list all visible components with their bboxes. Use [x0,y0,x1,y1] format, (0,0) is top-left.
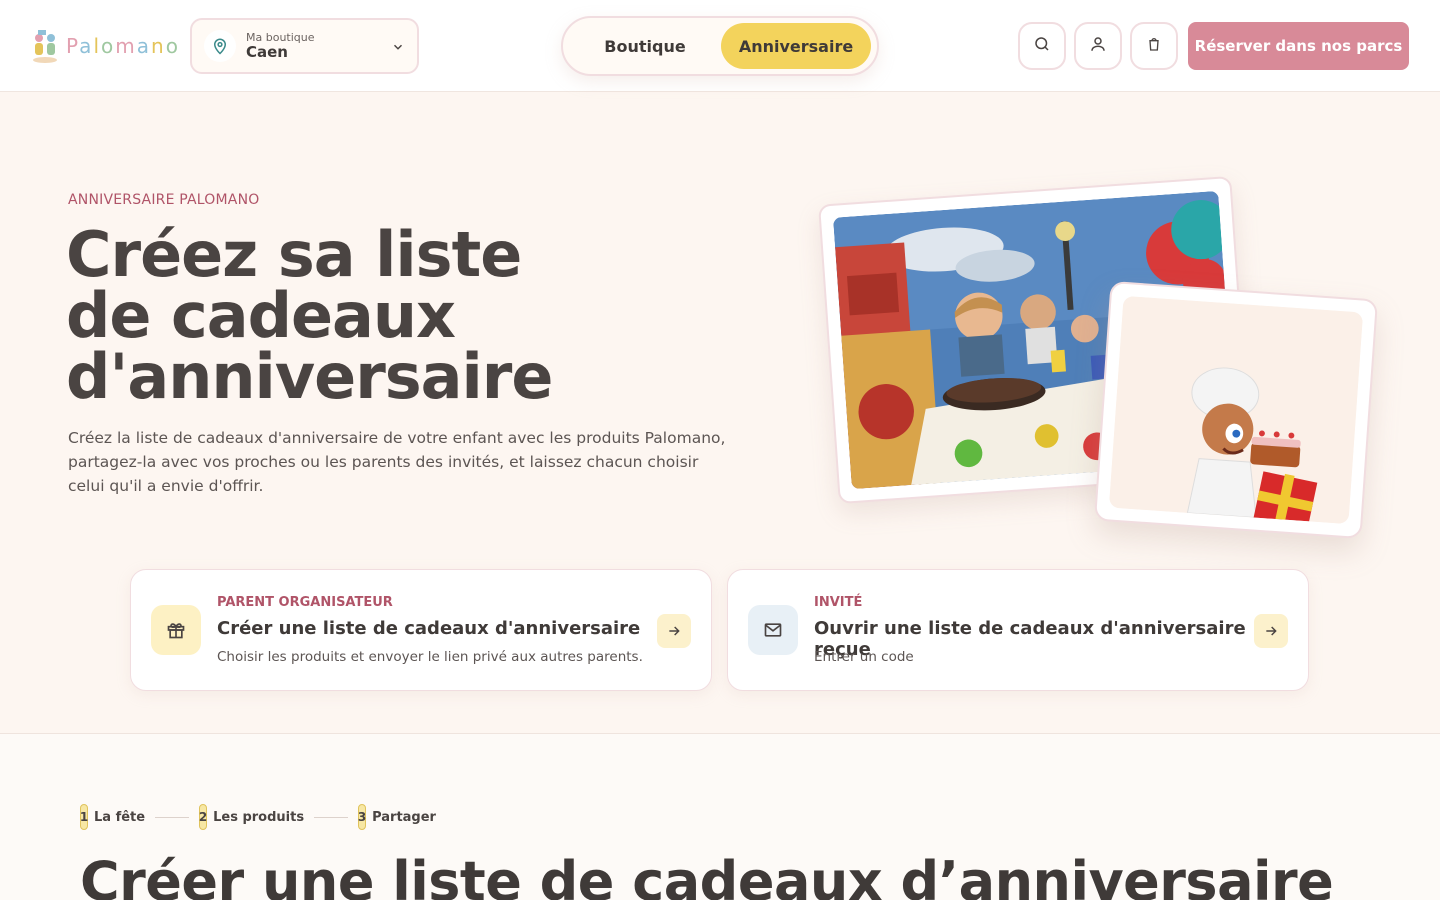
logo-letter: o [165,34,180,58]
option-subtitle: Choisir les produits et envoyer le lien … [217,649,643,665]
logo-letter: n [151,34,166,58]
hero-title: Créez sa liste de cadeaux d'anniversaire [66,224,686,408]
logo-letter: a [79,34,94,58]
step-share[interactable]: 3 Partager [358,804,436,830]
step-number: 1 [80,804,88,830]
account-button[interactable] [1074,22,1122,70]
main-nav-tabs: Boutique Anniversaire [561,16,879,76]
site-header: Palomano Ma boutique Caen Boutique Anniv… [0,0,1440,92]
stepper: 1 La fête 2 Les produits 3 Partager [80,804,436,830]
search-button[interactable] [1018,22,1066,70]
step-party[interactable]: 1 La fête [80,804,145,830]
chevron-down-icon [391,39,405,58]
shopping-bag-icon [1146,35,1162,57]
option-kicker: PARENT ORGANISATEUR [217,595,393,610]
arrow-right-icon[interactable] [657,614,691,648]
arrow-right-icon[interactable] [1254,614,1288,648]
step-number: 2 [199,804,207,830]
store-label: Ma boutique [246,30,315,44]
search-icon [1033,35,1051,57]
tab-boutique[interactable]: Boutique [569,23,721,69]
option-title: Créer une liste de cadeaux d'anniversair… [217,618,641,639]
option-subtitle: Entrer un code [814,649,914,665]
logo-letter: a [136,34,151,58]
reserve-parks-button[interactable]: Réserver dans nos parcs [1188,22,1409,70]
hero-eyebrow: ANNIVERSAIRE PALOMANO [68,192,260,208]
palomano-logo[interactable]: Palomano [30,26,180,66]
logo-letter: o [101,34,116,58]
logo-letter: m [115,34,137,58]
step-connector [155,816,190,818]
mail-icon [748,605,798,655]
step-label: La fête [94,809,146,825]
hero-title-line: d'anniversaire [66,340,553,413]
location-pin-icon [204,30,236,62]
user-icon [1089,35,1107,57]
store-value: Caen [246,42,288,61]
cart-button[interactable] [1130,22,1178,70]
store-selector[interactable]: Ma boutique Caen [190,18,419,74]
store-text: Ma boutique Caen [246,30,315,61]
chef-mascot-illustration [1108,295,1364,525]
gift-icon [151,605,201,655]
step-label: Partager [372,809,436,825]
chef-mascot-card [1093,280,1379,540]
step-products[interactable]: 2 Les produits [199,804,304,830]
option-kicker: INVITÉ [814,595,863,610]
logo-letter: l [93,34,101,58]
option-card-create-list[interactable]: PARENT ORGANISATEUR Créer une liste de c… [130,569,712,691]
hero-description: Créez la liste de cadeaux d'anniversaire… [68,429,726,495]
step-connector [314,816,349,818]
option-card-open-list[interactable]: INVITÉ Ouvrir une liste de cadeaux d'ann… [727,569,1309,691]
tab-anniversaire[interactable]: Anniversaire [721,23,871,69]
logo-wordmark: Palomano [66,34,180,58]
step-number: 3 [358,804,366,830]
logo-mascot-icon [30,28,60,64]
section-title: Créer une liste de cadeaux d’anniversair… [80,850,1334,900]
step-label: Les produits [213,809,305,825]
logo-letter: P [66,34,80,58]
